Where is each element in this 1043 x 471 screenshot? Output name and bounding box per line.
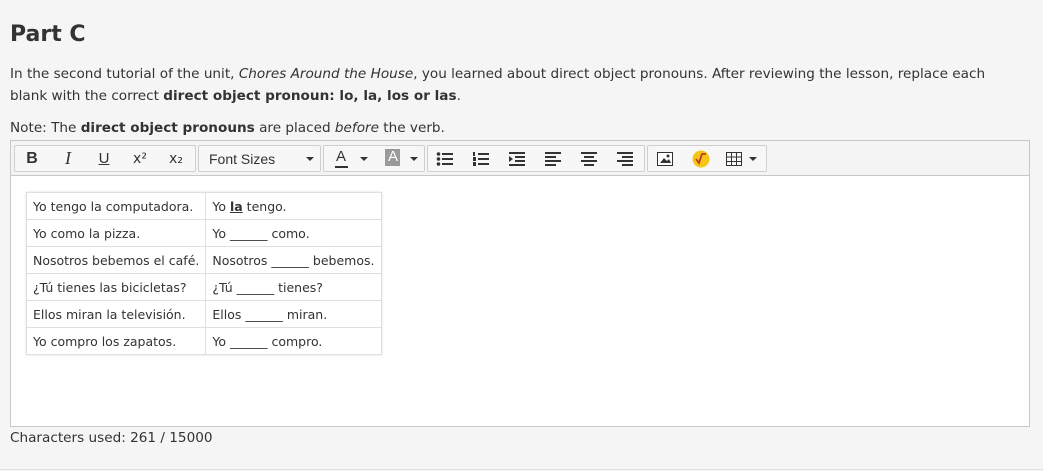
format-group: B I U x² x₂ [14,145,196,172]
align-center-button[interactable] [572,146,606,171]
bg-color-button[interactable]: A [374,146,424,171]
numbered-list-icon [473,151,489,166]
answer-blank: ______ [245,306,283,322]
insert-image-button[interactable] [648,146,682,171]
answer-suffix: bebemos. [308,252,375,268]
divider [0,469,1043,470]
bullet-list-icon [436,151,453,166]
sentence-cell: Yo compro los zapatos. [25,327,207,355]
chevron-down-icon [306,157,314,161]
image-icon [657,151,673,166]
table-row: Ellos miran la televisión. Ellos ______ m… [25,300,383,328]
answer-cell[interactable]: Nosotros ______ bebemos. [205,246,383,274]
indent-icon [509,151,525,166]
insert-group [647,145,767,172]
bold-button[interactable]: B [15,146,49,171]
color-group: A A [323,145,425,172]
numbered-list-button[interactable] [464,146,498,171]
answer-prefix: Nosotros [212,252,272,268]
subscript-button[interactable]: x₂ [159,146,193,171]
note-text-1: Note: The [10,120,81,136]
table-row: Yo tengo la computadora. Yo la tengo. [25,192,383,220]
font-sizes-select[interactable]: Font Sizes [198,145,321,172]
exercise-table: Yo tengo la computadora. Yo la tengo. Yo c… [25,192,383,355]
math-button[interactable] [684,146,718,171]
chevron-down-icon [410,157,418,161]
answer-suffix: tengo. [242,198,287,214]
answer-suffix: miran. [282,306,328,322]
italic-button[interactable]: I [51,146,85,171]
page-title: Part C [10,22,86,47]
answer-prefix: Yo [212,225,230,241]
text-color-button[interactable]: A [324,146,374,171]
text-color-swatch [335,166,348,168]
sentence-cell: Yo como la pizza. [25,219,207,247]
instructions-emphasis: direct object pronoun: lo, la, los or la… [163,88,457,104]
bullet-list-button[interactable] [428,146,462,171]
sentence-cell: Nosotros bebemos el café. [25,246,207,274]
superscript-button[interactable]: x² [123,146,157,171]
table-row: Yo como la pizza. Yo ______ como. [25,219,383,247]
note-italic: before [334,120,379,136]
answer-prefix: Yo [212,333,230,349]
answer-blank: ______ [229,333,268,349]
align-center-icon [581,151,597,166]
align-right-icon [617,151,633,166]
chevron-down-icon [360,157,368,161]
answer-suffix: como. [267,225,310,241]
instructions: In the second tutorial of the unit, Chor… [10,63,1020,107]
sentence-cell: Yo tengo la computadora. [25,192,207,220]
answer-prefix: Ellos [212,306,246,322]
answer-cell[interactable]: Yo ______ compro. [205,327,383,355]
indent-button[interactable] [500,146,534,171]
answer-prefix: Yo [212,198,230,214]
align-left-button[interactable] [536,146,570,171]
sentence-cell: ¿Tú tienes las bicicletas? [25,273,207,301]
editor-toolbar: B I U x² x₂ Font Sizes A A [11,141,1029,176]
sentence-cell: Ellos miran la televisión. [25,300,207,328]
answer-suffix: tienes? [274,279,323,295]
answer-blank: ______ [229,225,268,241]
math-icon [692,150,710,167]
answer-cell[interactable]: ¿Tú ______ tienes? [205,273,383,301]
answer-blank: ______ [236,279,275,295]
note-text-3: the verb. [378,120,445,136]
chevron-down-icon [749,157,757,161]
character-count: Characters used: 261 / 15000 [10,430,213,446]
editor-content[interactable]: Yo tengo la computadora. Yo la tengo. Yo c… [11,177,1029,426]
rich-text-editor: B I U x² x₂ Font Sizes A A Yo tengo la c… [10,140,1030,427]
insert-table-button[interactable] [720,146,764,171]
answer-cell[interactable]: Yo ______ como. [205,219,383,247]
underline-button[interactable]: U [87,146,121,171]
page: Part C In the second tutorial of the uni… [0,0,1043,471]
note-text-2: are placed [254,120,335,136]
paragraph-group [427,145,645,172]
table-row: ¿Tú tienes las bicicletas? ¿Tú ______ tie… [25,273,383,301]
text-color-icon: A [336,148,347,165]
align-right-button[interactable] [608,146,642,171]
answer-cell[interactable]: Ellos ______ miran. [205,300,383,328]
instructions-text-1: In the second tutorial of the unit, [10,66,239,82]
answer-cell[interactable]: Yo la tengo. [205,192,383,220]
note-emphasis: direct object pronouns [80,120,255,136]
font-sizes-label: Font Sizes [209,150,276,167]
filled-answer: la [229,198,243,214]
table-row: Nosotros bebemos el café. Nosotros ______… [25,246,383,274]
instructions-text-3: . [456,88,461,104]
note: Note: The direct object pronouns are pla… [10,118,445,138]
align-left-icon [545,151,561,166]
answer-blank: ______ [271,252,309,268]
table-row: Yo compro los zapatos. Yo ______ compro. [25,327,383,355]
answer-prefix: ¿Tú [212,279,237,295]
table-icon [726,152,742,166]
bg-color-icon: A [388,148,399,165]
answer-suffix: compro. [267,333,323,349]
tutorial-title: Chores Around the House [238,66,414,82]
